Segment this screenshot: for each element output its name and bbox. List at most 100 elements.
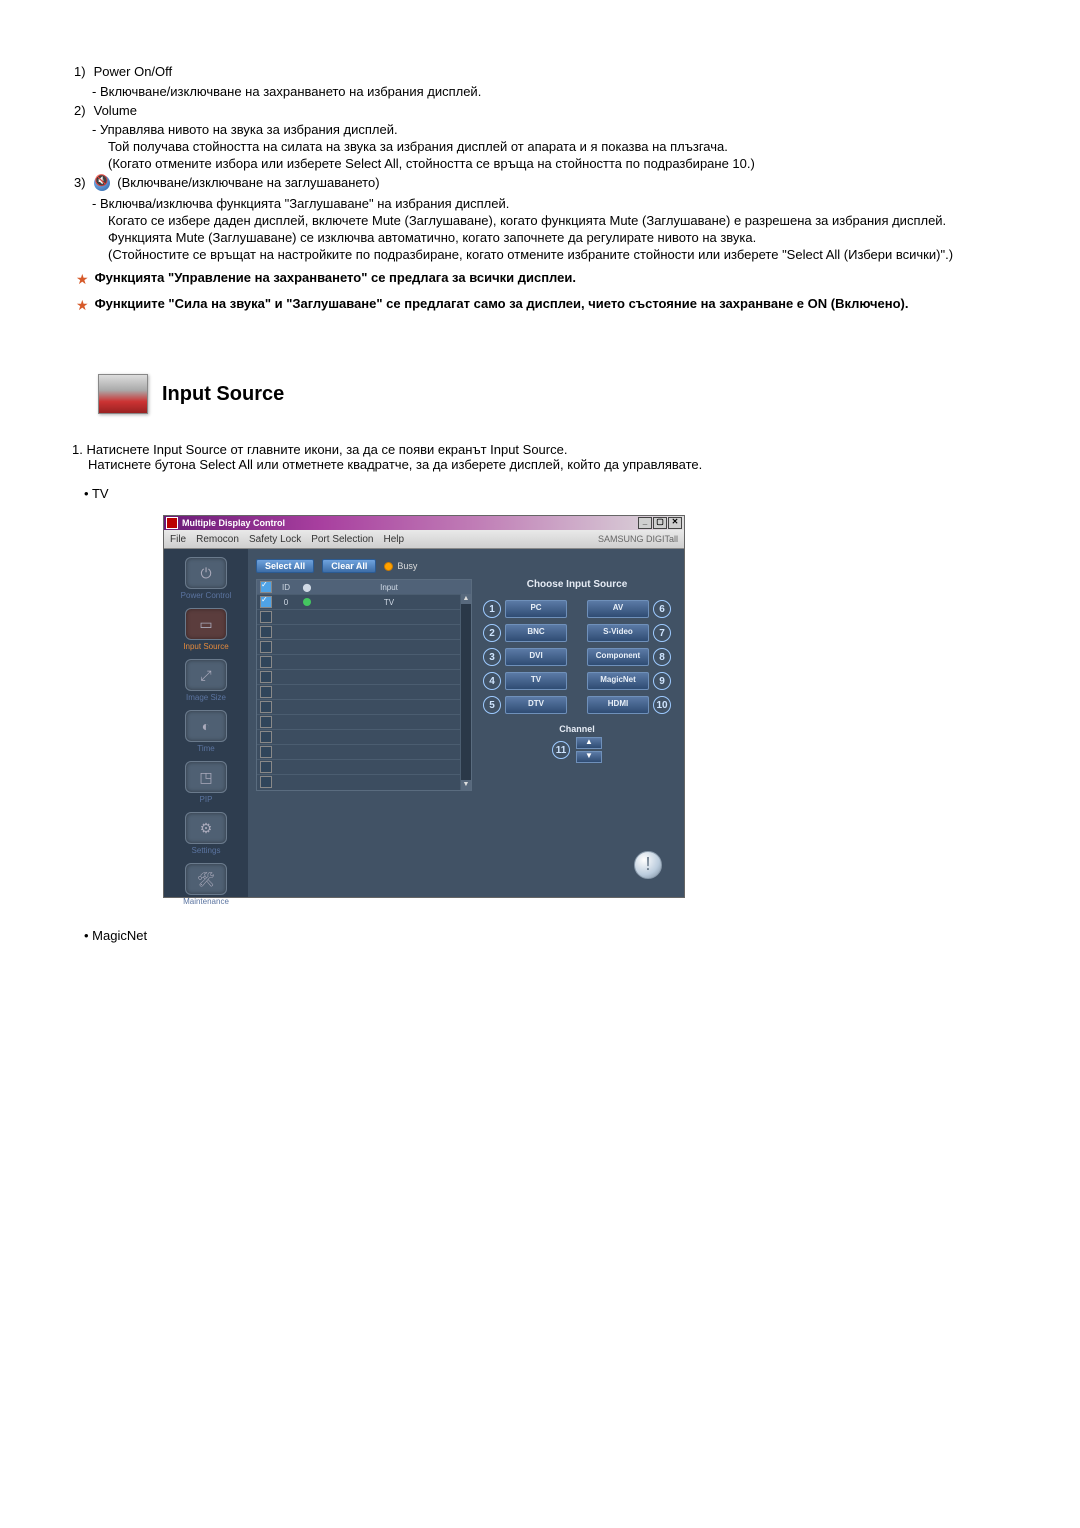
maintenance-icon: 🛠 xyxy=(185,863,227,895)
row-checkbox[interactable] xyxy=(260,746,272,758)
sidebar-label-input: Input Source xyxy=(173,642,239,651)
item3-desc-b: Когато се избере даден дисплей, включете… xyxy=(48,213,1032,228)
menubar: File Remocon Safety Lock Port Selection … xyxy=(164,530,684,549)
busy-indicator: Busy xyxy=(384,561,417,571)
table-row[interactable] xyxy=(257,729,471,744)
source-hdmi-button[interactable]: HDMI xyxy=(587,696,649,714)
sidebar-item-pip[interactable]: ◳ PIP xyxy=(173,761,239,808)
badge-5: 5 xyxy=(483,696,501,714)
table-row[interactable] xyxy=(257,714,471,729)
row-checkbox[interactable] xyxy=(260,596,272,608)
mdc-window: Multiple Display Control _ ▢ ✕ File Remo… xyxy=(163,515,685,898)
table-row[interactable] xyxy=(257,624,471,639)
row-checkbox[interactable] xyxy=(260,641,272,653)
scroll-down-button[interactable]: ▼ xyxy=(461,780,471,790)
sidebar-item-image-size[interactable]: ⤢ Image Size xyxy=(173,659,239,706)
input-source-icon: ▭ xyxy=(185,608,227,640)
item3-desc-d: (Стойностите се връщат на настройките по… xyxy=(48,247,1032,262)
table-row[interactable] xyxy=(257,699,471,714)
settings-icon: ⚙ xyxy=(185,812,227,844)
menu-safety-lock[interactable]: Safety Lock xyxy=(249,534,301,545)
badge-10: 10 xyxy=(653,696,671,714)
channel-up-button[interactable]: ▲ xyxy=(576,737,602,749)
power-icon: ⏻ xyxy=(185,557,227,589)
sidebar-item-time[interactable]: ◐ Time xyxy=(173,710,239,757)
table-row[interactable] xyxy=(257,669,471,684)
pip-icon: ◳ xyxy=(185,761,227,793)
row-checkbox[interactable] xyxy=(260,731,272,743)
sidebar-label-time: Time xyxy=(173,744,239,753)
row-checkbox[interactable] xyxy=(260,671,272,683)
sidebar-item-maintenance[interactable]: 🛠 Maintenance xyxy=(173,863,239,910)
source-tv-button[interactable]: TV xyxy=(505,672,567,690)
sidebar-item-settings[interactable]: ⚙ Settings xyxy=(173,812,239,859)
source-bnc-button[interactable]: BNC xyxy=(505,624,567,642)
source-dvi-button[interactable]: DVI xyxy=(505,648,567,666)
badge-4: 4 xyxy=(483,672,501,690)
busy-label: Busy xyxy=(397,561,417,571)
sidebar-label-power: Power Control xyxy=(173,591,239,600)
table-row[interactable] xyxy=(257,684,471,699)
source-pc-button[interactable]: PC xyxy=(505,600,567,618)
menu-help[interactable]: Help xyxy=(383,534,404,545)
source-magicnet-button[interactable]: MagicNet xyxy=(587,672,649,690)
ol-item-1b: Натиснете бутона Select All или отметнет… xyxy=(72,457,1032,472)
source-component-button[interactable]: Component xyxy=(587,648,649,666)
row-checkbox[interactable] xyxy=(260,761,272,773)
source-av-button[interactable]: AV xyxy=(587,600,649,618)
note1-text: Функцията "Управление на захранването" с… xyxy=(95,270,576,285)
minimize-button[interactable]: _ xyxy=(638,517,652,529)
sidebar-item-input-source[interactable]: ▭ Input Source xyxy=(173,608,239,655)
star-icon: ★ xyxy=(76,296,89,314)
source-svideo-button[interactable]: S-Video xyxy=(587,624,649,642)
sidebar-item-power-control[interactable]: ⏻ Power Control xyxy=(173,557,239,604)
row-checkbox[interactable] xyxy=(260,776,272,788)
item1-number: 1) xyxy=(74,63,88,81)
table-row[interactable] xyxy=(257,759,471,774)
item2-title: Volume xyxy=(94,103,137,118)
badge-8: 8 xyxy=(653,648,671,666)
table-row[interactable]: 0 TV xyxy=(257,594,471,609)
menu-port-selection[interactable]: Port Selection xyxy=(311,534,373,545)
row-checkbox[interactable] xyxy=(260,716,272,728)
clear-all-button[interactable]: Clear All xyxy=(322,559,376,573)
table-row[interactable] xyxy=(257,609,471,624)
table-row[interactable] xyxy=(257,639,471,654)
row-checkbox[interactable] xyxy=(260,701,272,713)
table-row[interactable] xyxy=(257,654,471,669)
table-row[interactable] xyxy=(257,744,471,759)
window-titlebar[interactable]: Multiple Display Control _ ▢ ✕ xyxy=(164,516,684,530)
item2-desc-a: - Управлява нивото на звука за избрания … xyxy=(48,122,1032,137)
row-checkbox[interactable] xyxy=(260,686,272,698)
row-checkbox[interactable] xyxy=(260,656,272,668)
close-button[interactable]: ✕ xyxy=(668,517,682,529)
menu-remocon[interactable]: Remocon xyxy=(196,534,239,545)
channel-title: Channel xyxy=(478,724,676,734)
badge-9: 9 xyxy=(653,672,671,690)
source-dtv-button[interactable]: DTV xyxy=(505,696,567,714)
table-scrollbar[interactable]: ▲ ▼ xyxy=(460,594,471,790)
window-title: Multiple Display Control xyxy=(182,518,285,528)
badge-1: 1 xyxy=(483,600,501,618)
item3-number: 3) xyxy=(74,174,88,192)
menu-file[interactable]: File xyxy=(170,534,186,545)
table-row[interactable] xyxy=(257,774,471,789)
sidebar-label-maintenance: Maintenance xyxy=(173,897,239,906)
select-all-button[interactable]: Select All xyxy=(256,559,314,573)
maximize-button[interactable]: ▢ xyxy=(653,517,667,529)
bullet-tv: TV xyxy=(84,486,109,501)
header-checkbox[interactable] xyxy=(260,581,272,593)
channel-down-button[interactable]: ▼ xyxy=(576,751,602,763)
item3-title: (Включване/изключване на заглушаването) xyxy=(117,175,379,190)
busy-dot-icon xyxy=(384,562,393,571)
item2-desc-c: (Когато отмените избора или изберете Sel… xyxy=(48,156,1032,171)
sidebar: ⏻ Power Control ▭ Input Source ⤢ Image S… xyxy=(164,549,248,897)
row-checkbox[interactable] xyxy=(260,611,272,623)
note2-text: Функциите "Сила на звука" и "Заглушаване… xyxy=(95,296,909,311)
row-checkbox[interactable] xyxy=(260,626,272,638)
scroll-up-button[interactable]: ▲ xyxy=(461,594,471,604)
info-icon[interactable]: ! xyxy=(634,851,662,879)
item3-desc-a: - Включва/изключва функцията "Заглушаван… xyxy=(48,196,1032,211)
row-id: 0 xyxy=(275,598,297,607)
sidebar-label-settings: Settings xyxy=(173,846,239,855)
